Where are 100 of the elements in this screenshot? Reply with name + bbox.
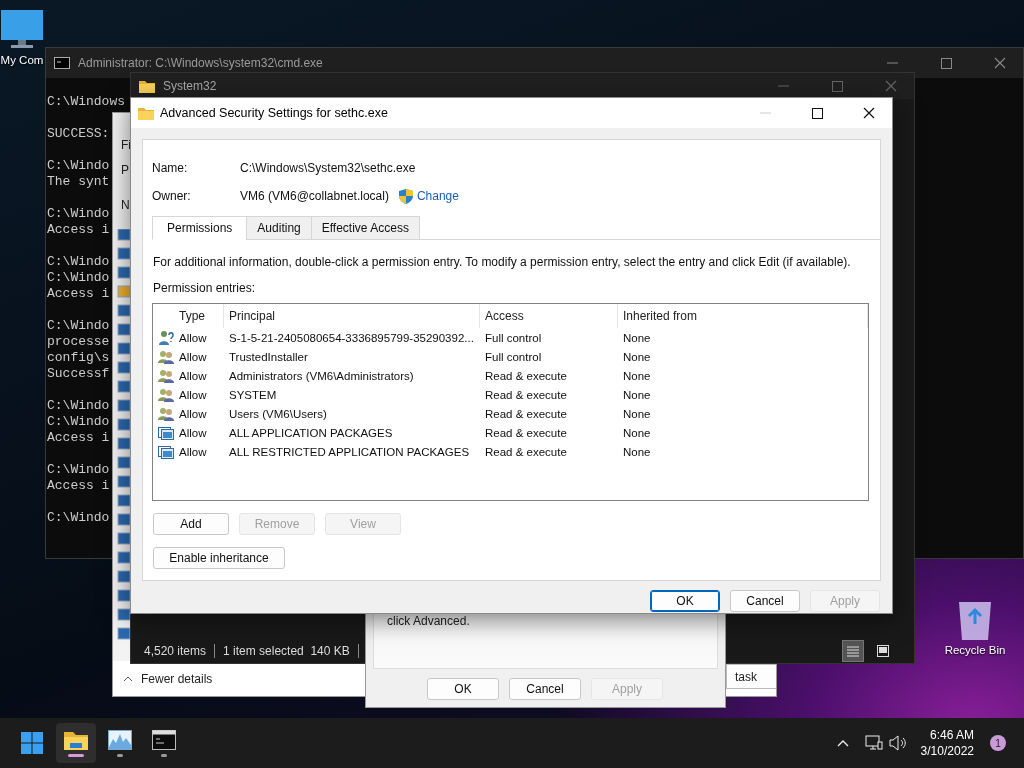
- tab[interactable]: Effective Access: [310, 216, 420, 240]
- table-cell-text: Allow: [178, 331, 208, 344]
- notification-badge[interactable]: 1: [990, 735, 1006, 751]
- tab[interactable]: Auditing: [246, 216, 312, 240]
- table-cell-text: Allow: [178, 407, 208, 420]
- section-label: Permission entries:: [153, 281, 257, 295]
- computer-icon[interactable]: [1, 10, 43, 50]
- table-cell-text: Read & execute: [484, 426, 568, 439]
- terminal-icon[interactable]: [152, 729, 176, 750]
- table-cell-text: Full control: [484, 350, 543, 363]
- list-lines-icon: [847, 645, 859, 657]
- shield-icon: [398, 188, 413, 204]
- table-cell-text: S-1-5-21-2405080654-3336895799-35290392...: [228, 331, 475, 344]
- console-line: SUCCESS:: [47, 126, 110, 142]
- user-group-icon: [158, 386, 174, 403]
- folder-icon: [139, 79, 155, 93]
- performance-graph-icon[interactable]: [108, 729, 132, 750]
- taskbar-app[interactable]: [56, 723, 96, 763]
- maximize-icon[interactable]: [811, 107, 823, 119]
- window-title: Administrator: C:\Windows\system32\cmd.exe: [78, 56, 324, 70]
- field-value: VM6 (VM6@collabnet.local): [240, 189, 389, 203]
- desktop-icon-label[interactable]: My Com: [0, 54, 44, 66]
- table-cell-text: SYSTEM: [228, 388, 278, 401]
- chevron-up-icon[interactable]: [123, 675, 133, 682]
- change-link[interactable]: Change: [416, 189, 459, 203]
- table-cell-text: Administrators (VM6\Administrators): [228, 369, 415, 382]
- app-package-icon: [158, 443, 174, 460]
- console-line: The synt: [47, 174, 110, 190]
- table-cell-text: Allow: [178, 388, 208, 401]
- console-line: Access i: [47, 222, 110, 238]
- desktop-icon-label[interactable]: Recycle Bin: [944, 644, 1006, 656]
- console-line: C:\Windo: [47, 398, 110, 414]
- console-line: C:\Windo: [47, 462, 110, 478]
- dialog-title: Advanced Security Settings for sethc.exe: [160, 106, 389, 120]
- console-line: C:\Windo: [47, 270, 110, 286]
- menu-text[interactable]: N: [121, 198, 130, 212]
- details-view-button[interactable]: [842, 640, 864, 662]
- user-group-icon: [158, 405, 174, 422]
- clock-time[interactable]: 6:46 AM: [929, 727, 974, 743]
- console-line: C:\Windo: [47, 158, 110, 174]
- folder-icon: [138, 106, 154, 120]
- user-group-icon: [158, 367, 174, 384]
- field-label: Owner:: [152, 189, 192, 203]
- table-cell-text: None: [622, 407, 652, 420]
- end-task-button[interactable]: task: [726, 664, 776, 689]
- menu-text[interactable]: P: [121, 163, 129, 177]
- tab[interactable]: Permissions: [152, 216, 248, 240]
- window-title: System32: [163, 79, 218, 93]
- table-cell-text: Read & execute: [484, 369, 568, 382]
- status-text: 1 item selected 140 KB: [223, 644, 350, 658]
- table-cell-text: Full control: [484, 331, 543, 344]
- console-line: Successf: [47, 366, 110, 382]
- enable-inheritance-button[interactable]: Enable inheritance: [153, 547, 285, 569]
- table-cell-text: ALL APPLICATION PACKAGES: [228, 426, 394, 439]
- table-cell-text: Allow: [178, 350, 208, 363]
- column-header[interactable]: Principal: [224, 304, 480, 328]
- network-icon[interactable]: [864, 735, 883, 751]
- app-package-icon: [158, 424, 174, 441]
- table-cell-text: None: [622, 350, 652, 363]
- volume-icon[interactable]: [888, 735, 907, 751]
- terminal-icon: [54, 57, 70, 69]
- console-line: C:\Windo: [47, 318, 110, 334]
- menu-text[interactable]: Fi: [121, 138, 131, 152]
- table-cell-text: None: [622, 445, 652, 458]
- dialog-button[interactable]: Cancel: [509, 678, 581, 700]
- close-icon[interactable]: [863, 107, 875, 119]
- table-cell-text: Allow: [178, 369, 208, 382]
- table-cell-text: None: [622, 388, 652, 401]
- dialog-button[interactable]: Cancel: [730, 590, 800, 612]
- console-line: C:\Windo: [47, 510, 110, 526]
- column-header[interactable]: Inherited from: [618, 304, 868, 328]
- info-text: For additional information, double-click a permission entry. To modify a permission entry, select the entry and click Edit (if available).: [153, 255, 852, 269]
- table-cell-text: Read & execute: [484, 445, 568, 458]
- console-line: C:\Windo: [47, 414, 110, 430]
- field-value: C:\Windows\System32\sethc.exe: [240, 161, 416, 175]
- console-line: Access i: [47, 430, 110, 446]
- console-line: C:\Windo: [47, 254, 110, 270]
- console-line: C:\Windo: [47, 206, 110, 222]
- user-question-icon: [158, 329, 174, 346]
- table-cell-text: None: [622, 331, 652, 344]
- console-line: Access i: [47, 286, 110, 302]
- table-cell-text: None: [622, 426, 652, 439]
- dialog-button[interactable]: OK: [650, 590, 720, 612]
- table-cell-text: None: [622, 369, 652, 382]
- table-cell-text: TrustedInstaller: [228, 350, 309, 363]
- fewer-details-link[interactable]: Fewer details: [141, 671, 213, 686]
- console-line: processe: [47, 334, 110, 350]
- folder-icon[interactable]: [64, 729, 88, 750]
- table-cell-text: Read & execute: [484, 388, 568, 401]
- table-cell-text: Users (VM6\Users): [228, 407, 328, 420]
- column-header[interactable]: Access: [480, 304, 618, 328]
- console-line: C:\Windows: [47, 94, 125, 110]
- status-text: 4,520 items: [144, 644, 207, 658]
- column-header[interactable]: Type: [174, 304, 224, 328]
- dialog-button[interactable]: OK: [427, 678, 499, 700]
- entry-button[interactable]: Add: [153, 513, 229, 535]
- user-group-icon: [158, 348, 174, 365]
- clock-date[interactable]: 3/10/2022: [920, 743, 974, 759]
- table-cell-text: ALL RESTRICTED APPLICATION PACKAGES: [228, 445, 471, 458]
- table-cell-text: Allow: [178, 426, 208, 439]
